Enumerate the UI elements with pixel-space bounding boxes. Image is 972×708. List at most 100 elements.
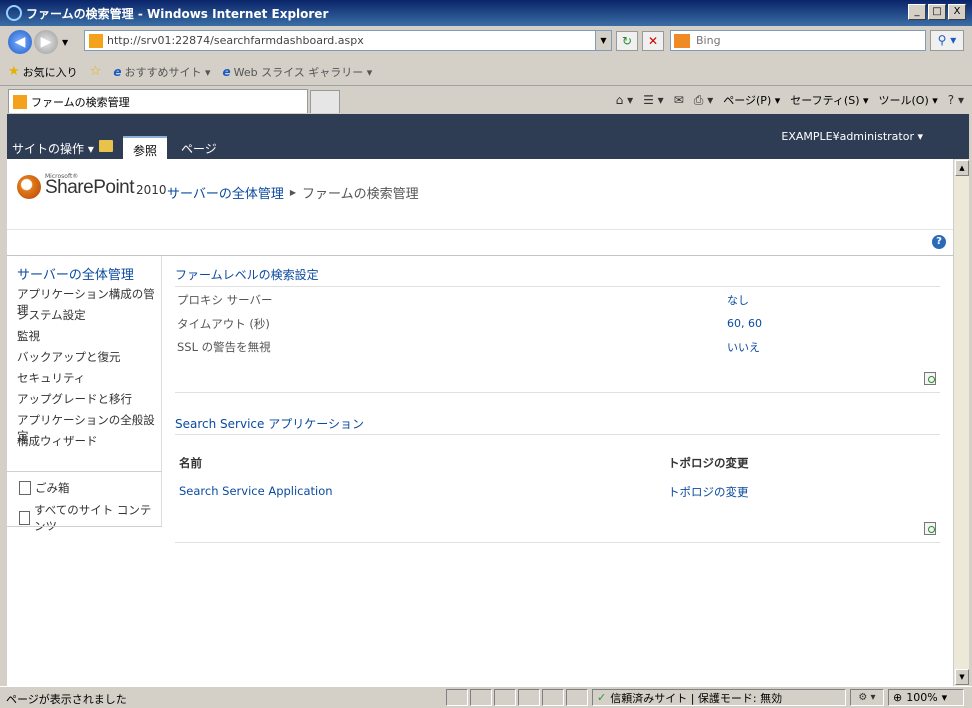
section-divider — [175, 434, 940, 435]
history-dropdown-icon[interactable]: ▼ — [62, 38, 68, 47]
status-pane — [446, 689, 468, 706]
section-divider — [175, 286, 940, 287]
recycle-bin-icon — [19, 481, 31, 495]
address-url[interactable]: http://srv01:22874/searchfarmdashboard.a… — [107, 34, 364, 47]
nav-item-monitoring[interactable]: 監視 — [17, 328, 161, 349]
status-pane — [470, 689, 492, 706]
status-pane — [518, 689, 540, 706]
tab-browse[interactable]: 参照 — [123, 136, 168, 159]
browser-tab[interactable]: ファームの検索管理 — [8, 89, 308, 113]
section-divider — [175, 542, 940, 543]
modify-topology-link[interactable]: トポロジの変更 — [668, 484, 749, 500]
add-favorite-icon[interactable]: ☆ — [90, 64, 102, 79]
refresh-button[interactable]: ↻ — [616, 31, 638, 51]
protected-mode-icon[interactable]: ⚙ ▾ — [850, 689, 884, 706]
page-title: ファームの検索管理 — [302, 187, 419, 202]
home-icon[interactable]: ⌂ ▾ — [616, 93, 633, 107]
address-dropdown-icon[interactable]: ▼ — [595, 31, 611, 50]
navigate-up-icon[interactable] — [99, 140, 113, 152]
command-bar: ⌂ ▾ ☰ ▾ ✉ ⎙ ▾ ページ(P) ▾ セーフティ(S) ▾ ツール(O)… — [616, 92, 964, 108]
vertical-scrollbar[interactable]: ▲ ▼ — [953, 159, 969, 686]
sharepoint-logo-icon — [17, 175, 41, 199]
bing-icon — [674, 33, 690, 48]
favorites-button[interactable]: ★ お気に入り — [8, 64, 78, 80]
leftnav-divider — [7, 471, 162, 472]
leftnav-list: アプリケーション構成の管理 システム設定 監視 バックアップと復元 セキュリティ… — [17, 286, 161, 454]
search-button[interactable]: ⚲ ▾ — [930, 30, 964, 51]
section-divider — [175, 392, 940, 393]
sharepoint-ribbon: EXAMPLE¥administrator ▾ サイトの操作 ▾ 参照 ページ — [7, 114, 969, 159]
status-text: ページが表示されました — [6, 693, 127, 706]
maximize-button[interactable]: □ — [928, 4, 946, 20]
close-button[interactable]: X — [948, 4, 966, 20]
all-site-content-label: すべてのサイト コンテンツ — [34, 503, 152, 533]
ie-page-icon: e — [113, 64, 122, 79]
window-controls: _ □ X — [908, 4, 966, 20]
user-menu[interactable]: EXAMPLE¥administrator ▾ — [781, 130, 923, 143]
refresh-icon[interactable] — [924, 372, 936, 385]
leftnav-bottom-divider — [7, 526, 162, 527]
security-zone-label: 信頼済みサイト | 保護モード: 無効 — [610, 691, 783, 705]
page-menu[interactable]: ページ(P) ▾ — [723, 92, 780, 108]
security-zone[interactable]: ✓ 信頼済みサイト | 保護モード: 無効 — [592, 689, 846, 706]
nav-item-general-settings[interactable]: アプリケーションの全般設定 — [17, 412, 161, 443]
refresh-icon[interactable] — [924, 522, 936, 535]
favorites-bar: ★ お気に入り ☆ e おすすめサイト ▾ e Web スライス ギャラリー ▾ — [0, 58, 972, 86]
back-button[interactable]: ◀ — [8, 30, 32, 54]
mail-icon[interactable]: ✉ — [674, 93, 684, 107]
tab-page[interactable]: ページ — [171, 136, 227, 159]
tab-favicon-icon — [13, 94, 27, 109]
scroll-down-icon[interactable]: ▼ — [955, 669, 969, 685]
search-service-application-link[interactable]: Search Service Application — [179, 484, 333, 498]
all-site-content-link[interactable]: すべてのサイト コンテンツ — [19, 502, 161, 534]
print-icon[interactable]: ⎙ ▾ — [694, 93, 713, 108]
brand-version: 2010 — [136, 183, 167, 197]
site-actions-menu[interactable]: サイトの操作 ▾ — [12, 140, 94, 157]
page-content: Microsoft® SharePoint 2010 サーバーの全体管理 ▶ フ… — [7, 159, 953, 686]
suggested-sites-label: おすすめサイト ▾ — [124, 65, 211, 79]
new-tab-button[interactable] — [310, 90, 340, 113]
nav-item-upgrade-migration[interactable]: アップグレードと移行 — [17, 391, 161, 412]
left-navigation: サーバーの全体管理 アプリケーション構成の管理 システム設定 監視 バックアップ… — [7, 256, 162, 533]
sharepoint-logo[interactable]: Microsoft® SharePoint 2010 — [17, 173, 167, 199]
safety-menu[interactable]: セーフティ(S) ▾ — [790, 92, 868, 108]
stop-button[interactable]: ✕ — [642, 31, 664, 51]
status-pane — [494, 689, 516, 706]
timeout-value[interactable]: 60, 60 — [727, 317, 762, 330]
forward-button[interactable]: ▶ — [34, 30, 58, 54]
nav-item-application-management[interactable]: アプリケーション構成の管理 — [17, 286, 161, 317]
nav-item-security[interactable]: セキュリティ — [17, 370, 161, 391]
address-bar-row: ◀ ▶ ▼ http://srv01:22874/searchfarmdashb… — [0, 26, 972, 58]
search-service-apps-title: Search Service アプリケーション — [175, 417, 364, 431]
nav-item-configuration-wizards[interactable]: 構成ウィザード — [17, 433, 161, 454]
scroll-up-icon[interactable]: ▲ — [955, 160, 969, 176]
address-field[interactable]: http://srv01:22874/searchfarmdashboard.a… — [84, 30, 612, 51]
window-title-bar: ファームの検索管理 - Windows Internet Explorer _ … — [0, 0, 972, 26]
window-title: ファームの検索管理 - Windows Internet Explorer — [26, 6, 329, 21]
tools-menu[interactable]: ツール(O) ▾ — [879, 92, 938, 108]
tab-row: ファームの検索管理 ⌂ ▾ ☰ ▾ ✉ ⎙ ▾ ページ(P) ▾ セーフティ(S… — [0, 86, 972, 114]
search-box[interactable] — [670, 30, 926, 51]
search-input[interactable] — [696, 34, 916, 47]
feeds-icon[interactable]: ☰ ▾ — [643, 93, 664, 107]
breadcrumb-root-link[interactable]: サーバーの全体管理 — [167, 183, 284, 202]
site-content-icon — [19, 511, 31, 525]
proxy-server-value[interactable]: なし — [727, 292, 749, 308]
nav-item-backup-restore[interactable]: バックアップと復元 — [17, 349, 161, 370]
web-slice-gallery-link[interactable]: e Web スライス ギャラリー ▾ — [222, 64, 372, 80]
help-menu-icon[interactable]: ? ▾ — [948, 93, 964, 107]
farm-search-settings-title[interactable]: ファームレベルの検索設定 — [175, 266, 319, 283]
help-icon[interactable]: ? — [932, 235, 946, 249]
ssl-warning-value[interactable]: いいえ — [727, 339, 760, 355]
ie-icon — [6, 5, 22, 21]
header-divider — [7, 229, 953, 230]
minimize-button[interactable]: _ — [908, 4, 926, 20]
nav-item-system-settings[interactable]: システム設定 — [17, 307, 161, 328]
tab-title: ファームの検索管理 — [31, 95, 130, 109]
zoom-control[interactable]: ⊕ 100% ▾ — [888, 689, 964, 706]
suggested-sites-link[interactable]: e おすすめサイト ▾ — [113, 64, 210, 80]
recycle-bin-link[interactable]: ごみ箱 — [19, 480, 70, 496]
leftnav-heading[interactable]: サーバーの全体管理 — [17, 264, 134, 283]
zoom-dropdown-icon: ▾ — [941, 691, 948, 704]
status-panes — [446, 689, 588, 706]
